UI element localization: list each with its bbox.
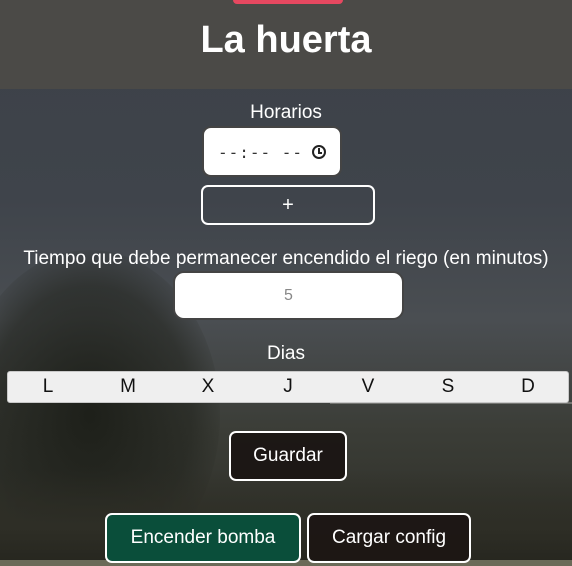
page-title: La huerta [200,19,372,61]
header-accent-bar [233,0,343,4]
app-header: La huerta [0,0,572,89]
day-sunday[interactable]: D [488,372,568,402]
duration-input[interactable]: 5 [173,271,404,320]
duration-label: Tiempo que debe permanecer encendido el … [23,248,549,269]
day-saturday[interactable]: S [408,372,488,402]
turn-on-pump-button[interactable]: Encender bomba [105,513,301,563]
day-thursday[interactable]: J [248,372,328,402]
day-tuesday[interactable]: M [88,372,168,402]
time-input-value: --:-- -- [218,143,304,162]
day-wednesday[interactable]: X [168,372,248,402]
days-selector: L M X J V S D [7,371,569,403]
clock-icon[interactable] [312,145,326,159]
day-monday[interactable]: L [8,372,88,402]
days-label: Dias [266,343,305,364]
load-config-button[interactable]: Cargar config [307,513,471,563]
schedule-label: Horarios [250,102,322,123]
time-input[interactable]: --:-- -- [202,126,342,177]
day-friday[interactable]: V [328,372,408,402]
add-schedule-button[interactable]: + [201,185,375,225]
save-button[interactable]: Guardar [229,431,347,481]
